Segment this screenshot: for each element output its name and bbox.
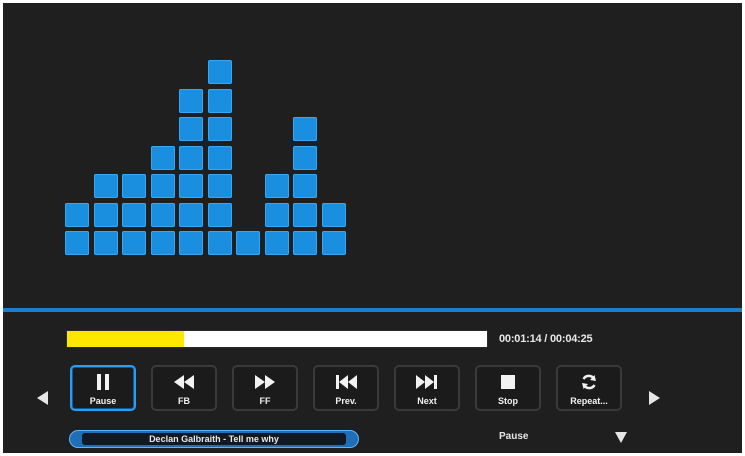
pause-icon [72,373,134,391]
equalizer-block [293,174,317,198]
equalizer-block [208,203,232,227]
scroll-left-arrow-icon[interactable] [37,391,48,405]
equalizer-block [179,203,203,227]
pause-button-label: Pause [89,396,117,406]
track-title-pill: Declan Galbraith - Tell me why [69,430,359,448]
equalizer-block [293,146,317,170]
equalizer-block [151,174,175,198]
equalizer-block [65,231,89,255]
equalizer-block [94,203,118,227]
equalizer-block [322,203,346,227]
pause-button[interactable]: Pause [70,365,136,411]
fast-forward-button-label: FF [259,396,271,406]
fast-forward-button[interactable]: FF [232,365,298,411]
equalizer-block [322,231,346,255]
divider-line [3,308,742,312]
equalizer-block [265,231,289,255]
equalizer-block [122,231,146,255]
equalizer-block [179,89,203,113]
fast-rewind-icon [153,373,215,391]
previous-button-label: Prev. [335,396,357,406]
track-title: Declan Galbraith - Tell me why [82,433,346,445]
time-separator: / [541,333,551,345]
next-button-label: Next [417,396,437,406]
skip-previous-icon [315,373,377,391]
equalizer-block [208,146,232,170]
progress-fill [67,331,185,347]
equalizer-block [208,117,232,141]
repeat-button-label: Repeat... [570,396,608,406]
equalizer-block [293,231,317,255]
audio-visualizer [65,51,365,261]
scroll-right-arrow-icon[interactable] [649,391,660,405]
elapsed-time: 00:01:14 [499,333,542,345]
equalizer-block [293,203,317,227]
media-player-screen: 00:01:14 / 00:04:25 Pause FB FF Prev. Ne… [3,3,742,453]
equalizer-block [179,174,203,198]
playback-status: Pause [499,431,529,442]
stop-button[interactable]: Stop [475,365,541,411]
skip-next-icon [396,373,458,391]
equalizer-block [65,203,89,227]
stop-button-label: Stop [498,396,518,406]
time-readout: 00:01:14 / 00:04:25 [499,333,593,345]
equalizer-block [265,174,289,198]
equalizer-block [179,231,203,255]
equalizer-block [122,174,146,198]
equalizer-block [208,174,232,198]
equalizer-block [208,60,232,84]
progress-bar[interactable] [66,330,488,348]
equalizer-block [94,174,118,198]
equalizer-block [208,231,232,255]
equalizer-block [151,231,175,255]
fast-forward-icon [234,373,296,391]
previous-button[interactable]: Prev. [313,365,379,411]
fast-rewind-button[interactable]: FB [151,365,217,411]
down-arrow-icon[interactable] [615,432,627,443]
repeat-button[interactable]: Repeat... [556,365,622,411]
equalizer-block [208,89,232,113]
equalizer-block [151,203,175,227]
equalizer-block [293,117,317,141]
repeat-icon [558,373,620,391]
next-button[interactable]: Next [394,365,460,411]
equalizer-block [122,203,146,227]
equalizer-block [179,117,203,141]
total-time: 00:04:25 [550,333,593,345]
equalizer-block [94,231,118,255]
equalizer-block [236,231,260,255]
equalizer-block [179,146,203,170]
equalizer-block [151,146,175,170]
fast-rewind-button-label: FB [178,396,190,406]
stop-icon [477,373,539,391]
equalizer-block [265,203,289,227]
